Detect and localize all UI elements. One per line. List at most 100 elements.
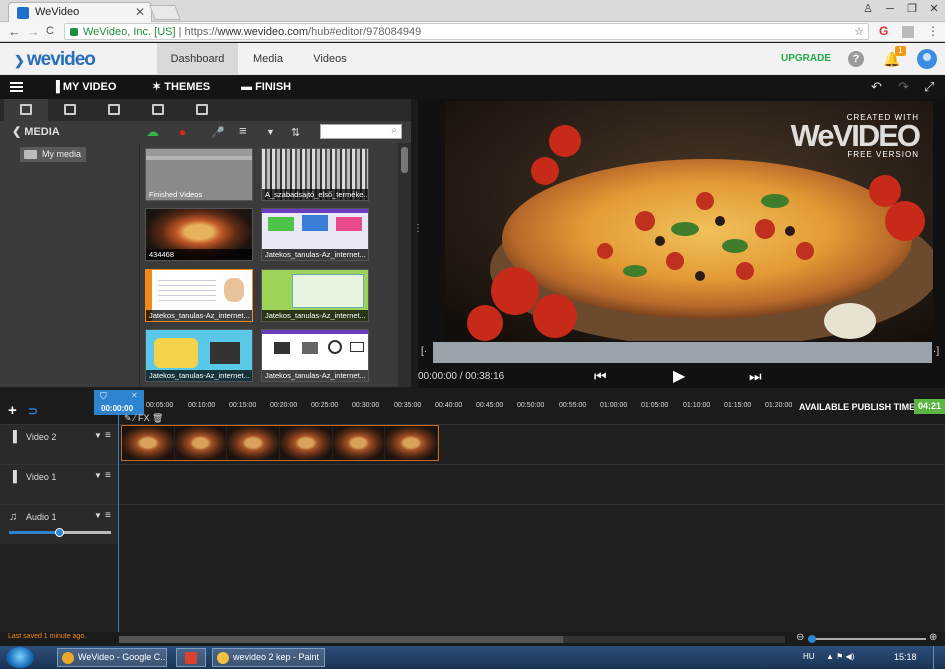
start-button[interactable] xyxy=(6,647,34,668)
forward-button[interactable]: → xyxy=(27,24,40,39)
back-button[interactable]: ← xyxy=(8,24,21,39)
trim-start-handle[interactable]: [· xyxy=(421,346,427,357)
playhead-handle[interactable]: ⛉ ✕ 00:00:00 xyxy=(94,390,144,415)
browser-tab-wevideo[interactable]: WeVideo ✕ xyxy=(8,2,152,22)
taskbar-item-paint[interactable]: wevideo 2 kep - Paint xyxy=(212,648,325,667)
microphone-icon[interactable]: 🎤 xyxy=(211,126,225,139)
tab-stock-video[interactable] xyxy=(92,99,136,121)
zoom-out-icon[interactable]: ⊖ xyxy=(796,632,804,643)
volume-knob[interactable] xyxy=(55,528,64,537)
magnet-snap-icon[interactable]: ⊃ xyxy=(28,404,38,418)
scrollbar-thumb[interactable] xyxy=(119,636,563,643)
track-dropdown-icon[interactable]: ▼ xyxy=(94,431,102,440)
maximize-button[interactable]: ❐ xyxy=(901,0,923,20)
trim-end-handle[interactable]: ·] xyxy=(933,346,939,357)
media-thumb-jatekos-3[interactable]: Jatekos_tanulas-Az_internet... xyxy=(261,269,369,322)
ruler-tick: 01:20:00 xyxy=(765,402,793,409)
track-menu-icon[interactable]: ≡ xyxy=(105,430,111,441)
my-video-tab[interactable]: ▐ MY VIDEO xyxy=(52,76,116,99)
thumb-card-blue xyxy=(302,215,328,231)
media-thumb-jatekos-4[interactable]: Jatekos_tanulas-Az_internet... xyxy=(145,329,253,382)
zoom-slider[interactable] xyxy=(808,635,926,643)
track-menu-icon[interactable]: ≡ xyxy=(105,470,111,481)
bookmark-star-icon[interactable]: ☆ xyxy=(854,25,864,38)
address-input[interactable]: WeVideo, Inc. [US] | https://www.wevideo… xyxy=(64,23,869,40)
media-thumb-jatekos-2[interactable]: Jatekos_tanulas-Az_internet... xyxy=(145,269,253,322)
play-button[interactable]: ▶ xyxy=(673,366,685,386)
tab-stock-images[interactable] xyxy=(48,99,92,121)
playhead-close-icon[interactable]: ✕ xyxy=(131,391,138,400)
folder-icon xyxy=(20,104,32,115)
nav-tab-media[interactable]: Media xyxy=(243,43,293,75)
finish-tab[interactable]: ▬ FINISH xyxy=(241,76,291,99)
taskbar-item-chrome[interactable]: WeVideo - Google C... xyxy=(57,648,167,667)
tab-backgrounds[interactable] xyxy=(180,99,224,121)
input-language[interactable]: HU xyxy=(803,652,815,661)
folder-my-media[interactable]: My media xyxy=(20,147,86,162)
media-search-input[interactable]: ⌕ xyxy=(320,124,402,139)
preview-scrubber[interactable] xyxy=(433,342,932,363)
thumb-label: Jatekos_tanulas-Az_internet... xyxy=(262,370,368,381)
scrollbar-thumb[interactable] xyxy=(401,147,408,173)
filter-icon[interactable]: ▼ xyxy=(266,127,275,137)
skip-back-button[interactable]: ⏮ xyxy=(594,368,607,385)
media-panel: ❮ MEDIA ☁ ● 🎤 ≡ ▼ ⇅ ⌕ My media Finished … xyxy=(0,99,411,387)
upload-cloud-icon[interactable]: ☁ xyxy=(146,124,159,140)
close-window-button[interactable]: ✕ xyxy=(923,0,945,20)
help-icon[interactable]: ? xyxy=(848,51,864,67)
tray-icons[interactable]: ▲ ⚑ ◀) xyxy=(826,652,854,661)
media-thumb-jatekos-5[interactable]: Jatekos_tanulas-Az_internet... xyxy=(261,329,369,382)
track-lane[interactable] xyxy=(119,465,945,505)
video-clip-pizza[interactable] xyxy=(121,425,439,461)
hamburger-menu-icon[interactable] xyxy=(10,82,23,84)
show-desktop-button[interactable] xyxy=(933,646,945,669)
extension-puzzle-icon[interactable] xyxy=(902,26,914,38)
profile-icon[interactable]: ♙ xyxy=(857,0,879,20)
fullscreen-icon[interactable]: ⤢ xyxy=(924,79,934,95)
themes-tab[interactable]: ✶ THEMES xyxy=(152,76,210,99)
track-dropdown-icon[interactable]: ▼ xyxy=(94,511,102,520)
sort-icon[interactable]: ⇅ xyxy=(291,126,300,139)
taskbar-clock[interactable]: 15:18 xyxy=(894,652,917,662)
taskbar-item-app[interactable] xyxy=(176,648,206,667)
new-tab-button[interactable] xyxy=(149,5,181,20)
timeline-scrollbar[interactable] xyxy=(119,636,785,643)
track-lane[interactable] xyxy=(119,505,945,545)
panel-splitter[interactable]: ⋮ xyxy=(411,99,423,388)
undo-icon[interactable]: ↶ xyxy=(871,79,882,95)
list-view-icon[interactable]: ≡ xyxy=(239,123,247,138)
playhead-marker-icon: ⛉ xyxy=(100,391,107,401)
nav-tab-videos[interactable]: Videos xyxy=(305,43,355,75)
media-thumb-jatekos-1[interactable]: Jatekos_tanulas-Az_internet... xyxy=(261,208,369,261)
redo-icon[interactable]: ↷ xyxy=(898,79,909,95)
media-back-button[interactable]: ❮ MEDIA xyxy=(12,125,60,138)
skip-forward-button[interactable]: ⏭ xyxy=(749,368,762,385)
close-tab-icon[interactable]: ✕ xyxy=(135,5,145,19)
minimize-button[interactable]: ─ xyxy=(879,0,901,20)
track-dropdown-icon[interactable]: ▼ xyxy=(94,471,102,480)
reload-button[interactable]: C xyxy=(46,25,54,37)
nav-tab-dashboard[interactable]: Dashboard xyxy=(157,43,238,75)
record-icon[interactable]: ● xyxy=(179,125,186,139)
user-avatar[interactable] xyxy=(917,49,937,69)
wevideo-logo[interactable]: ❯ wevideo xyxy=(14,49,96,71)
media-thumb-pizza[interactable]: 434468 xyxy=(145,208,253,261)
extension-g-icon[interactable]: G xyxy=(879,24,888,38)
thumb-card-pink xyxy=(336,217,362,231)
video-preview[interactable]: CREATED WITH WeVIDEO FREE VERSION xyxy=(445,101,933,341)
tab-graphics[interactable] xyxy=(136,99,180,121)
upgrade-link[interactable]: UPGRADE xyxy=(781,53,831,64)
zoom-knob[interactable] xyxy=(808,635,816,643)
browser-menu-icon[interactable]: ⋮ xyxy=(927,24,939,38)
zoom-in-icon[interactable]: ⊕ xyxy=(929,632,937,643)
track-menu-icon[interactable]: ≡ xyxy=(105,510,111,521)
media-scrollbar[interactable] xyxy=(398,143,411,387)
clip-tools[interactable]: ✎ ⁄ FX 🗑 xyxy=(124,413,163,424)
media-thumb-newspaper[interactable]: A_szabadsajtó_első_terméke... xyxy=(261,148,369,201)
audio-volume-slider[interactable] xyxy=(9,528,111,537)
add-track-button[interactable]: + xyxy=(8,402,17,419)
media-thumb-finished-videos[interactable]: Finished Videos xyxy=(145,148,253,201)
window-controls: ♙ ─ ❐ ✕ xyxy=(857,0,945,20)
tab-my-media[interactable] xyxy=(4,99,48,121)
finish-label: FINISH xyxy=(255,81,292,93)
